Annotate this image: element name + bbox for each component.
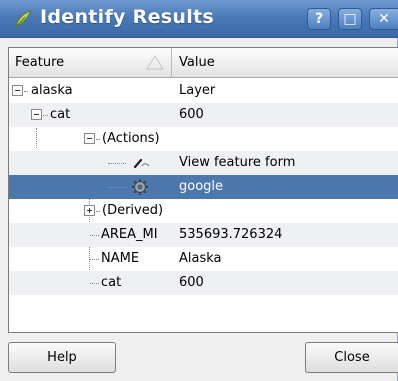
results-tree[interactable]: Feature Value alaska Layer cat 600 (Acti… bbox=[8, 47, 398, 333]
tree-row[interactable]: cat 600 bbox=[9, 103, 398, 127]
help-button[interactable]: Help bbox=[8, 342, 116, 373]
tree-row[interactable]: View feature form bbox=[9, 151, 398, 175]
title-bar[interactable]: Identify Results ? □ ✕ bbox=[0, 0, 398, 38]
value-cell: google bbox=[179, 179, 224, 194]
tree-row[interactable]: (Derived) bbox=[9, 199, 398, 223]
qgis-leaf-icon bbox=[15, 10, 32, 29]
tree-branch-line bbox=[96, 211, 100, 212]
identify-results-window: Identify Results ? □ ✕ Feature Value ala… bbox=[0, 0, 398, 381]
collapse-toggle-icon[interactable] bbox=[12, 85, 23, 96]
tree-row[interactable]: AREA_MI 535693.726324 bbox=[9, 223, 398, 247]
tree-row[interactable]: alaska Layer bbox=[9, 79, 398, 103]
tree-row-selected[interactable]: google bbox=[9, 175, 398, 199]
column-header-label: Value bbox=[179, 55, 215, 70]
value-cell: 600 bbox=[179, 107, 204, 122]
tree-branch-line bbox=[90, 235, 99, 236]
tree-branch-line bbox=[90, 283, 99, 284]
tree-branch-line bbox=[43, 115, 48, 116]
expand-toggle-icon[interactable] bbox=[84, 205, 95, 216]
feature-cell: alaska bbox=[31, 83, 73, 98]
feature-cell: (Actions) bbox=[102, 131, 160, 146]
maximize-icon: □ bbox=[343, 11, 357, 27]
window-close-button[interactable]: ✕ bbox=[369, 8, 398, 30]
feature-cell: cat bbox=[50, 107, 71, 122]
feature-cell: NAME bbox=[101, 251, 140, 266]
value-cell: Alaska bbox=[179, 251, 222, 266]
column-header-value[interactable]: Value bbox=[173, 48, 398, 77]
tree-branch-line bbox=[96, 139, 100, 140]
feature-cell: AREA_MI bbox=[101, 227, 158, 242]
close-button[interactable]: Close bbox=[305, 342, 398, 373]
feature-cell: (Derived) bbox=[102, 203, 164, 218]
edit-form-icon bbox=[133, 158, 150, 169]
sort-ascending-icon bbox=[146, 55, 164, 70]
tree-branch-line bbox=[108, 163, 126, 164]
tree-row[interactable]: NAME Alaska bbox=[9, 247, 398, 271]
collapse-toggle-icon[interactable] bbox=[84, 133, 95, 144]
value-cell: 600 bbox=[179, 275, 204, 290]
close-button-label: Close bbox=[334, 350, 370, 365]
column-header-label: Feature bbox=[15, 55, 65, 70]
help-icon: ? bbox=[314, 11, 324, 27]
close-icon: ✕ bbox=[378, 11, 390, 27]
value-cell: Layer bbox=[179, 83, 216, 98]
tree-branch-line bbox=[90, 259, 99, 260]
collapse-toggle-icon[interactable] bbox=[31, 109, 42, 120]
tree-branch-line bbox=[24, 91, 28, 92]
tree-row[interactable]: cat 600 bbox=[9, 271, 398, 295]
tree-header: Feature Value bbox=[9, 48, 398, 78]
tree-row[interactable]: (Actions) bbox=[9, 127, 398, 151]
value-cell: 535693.726324 bbox=[179, 227, 283, 242]
maximize-button[interactable]: □ bbox=[338, 8, 362, 30]
help-button-label: Help bbox=[47, 350, 77, 365]
column-header-feature[interactable]: Feature bbox=[9, 48, 172, 77]
action-gear-icon bbox=[132, 179, 148, 195]
tree-branch-line bbox=[108, 187, 126, 188]
context-help-button[interactable]: ? bbox=[307, 8, 331, 30]
value-cell: View feature form bbox=[179, 155, 296, 170]
window-title: Identify Results bbox=[40, 6, 214, 28]
feature-cell: cat bbox=[101, 275, 122, 290]
